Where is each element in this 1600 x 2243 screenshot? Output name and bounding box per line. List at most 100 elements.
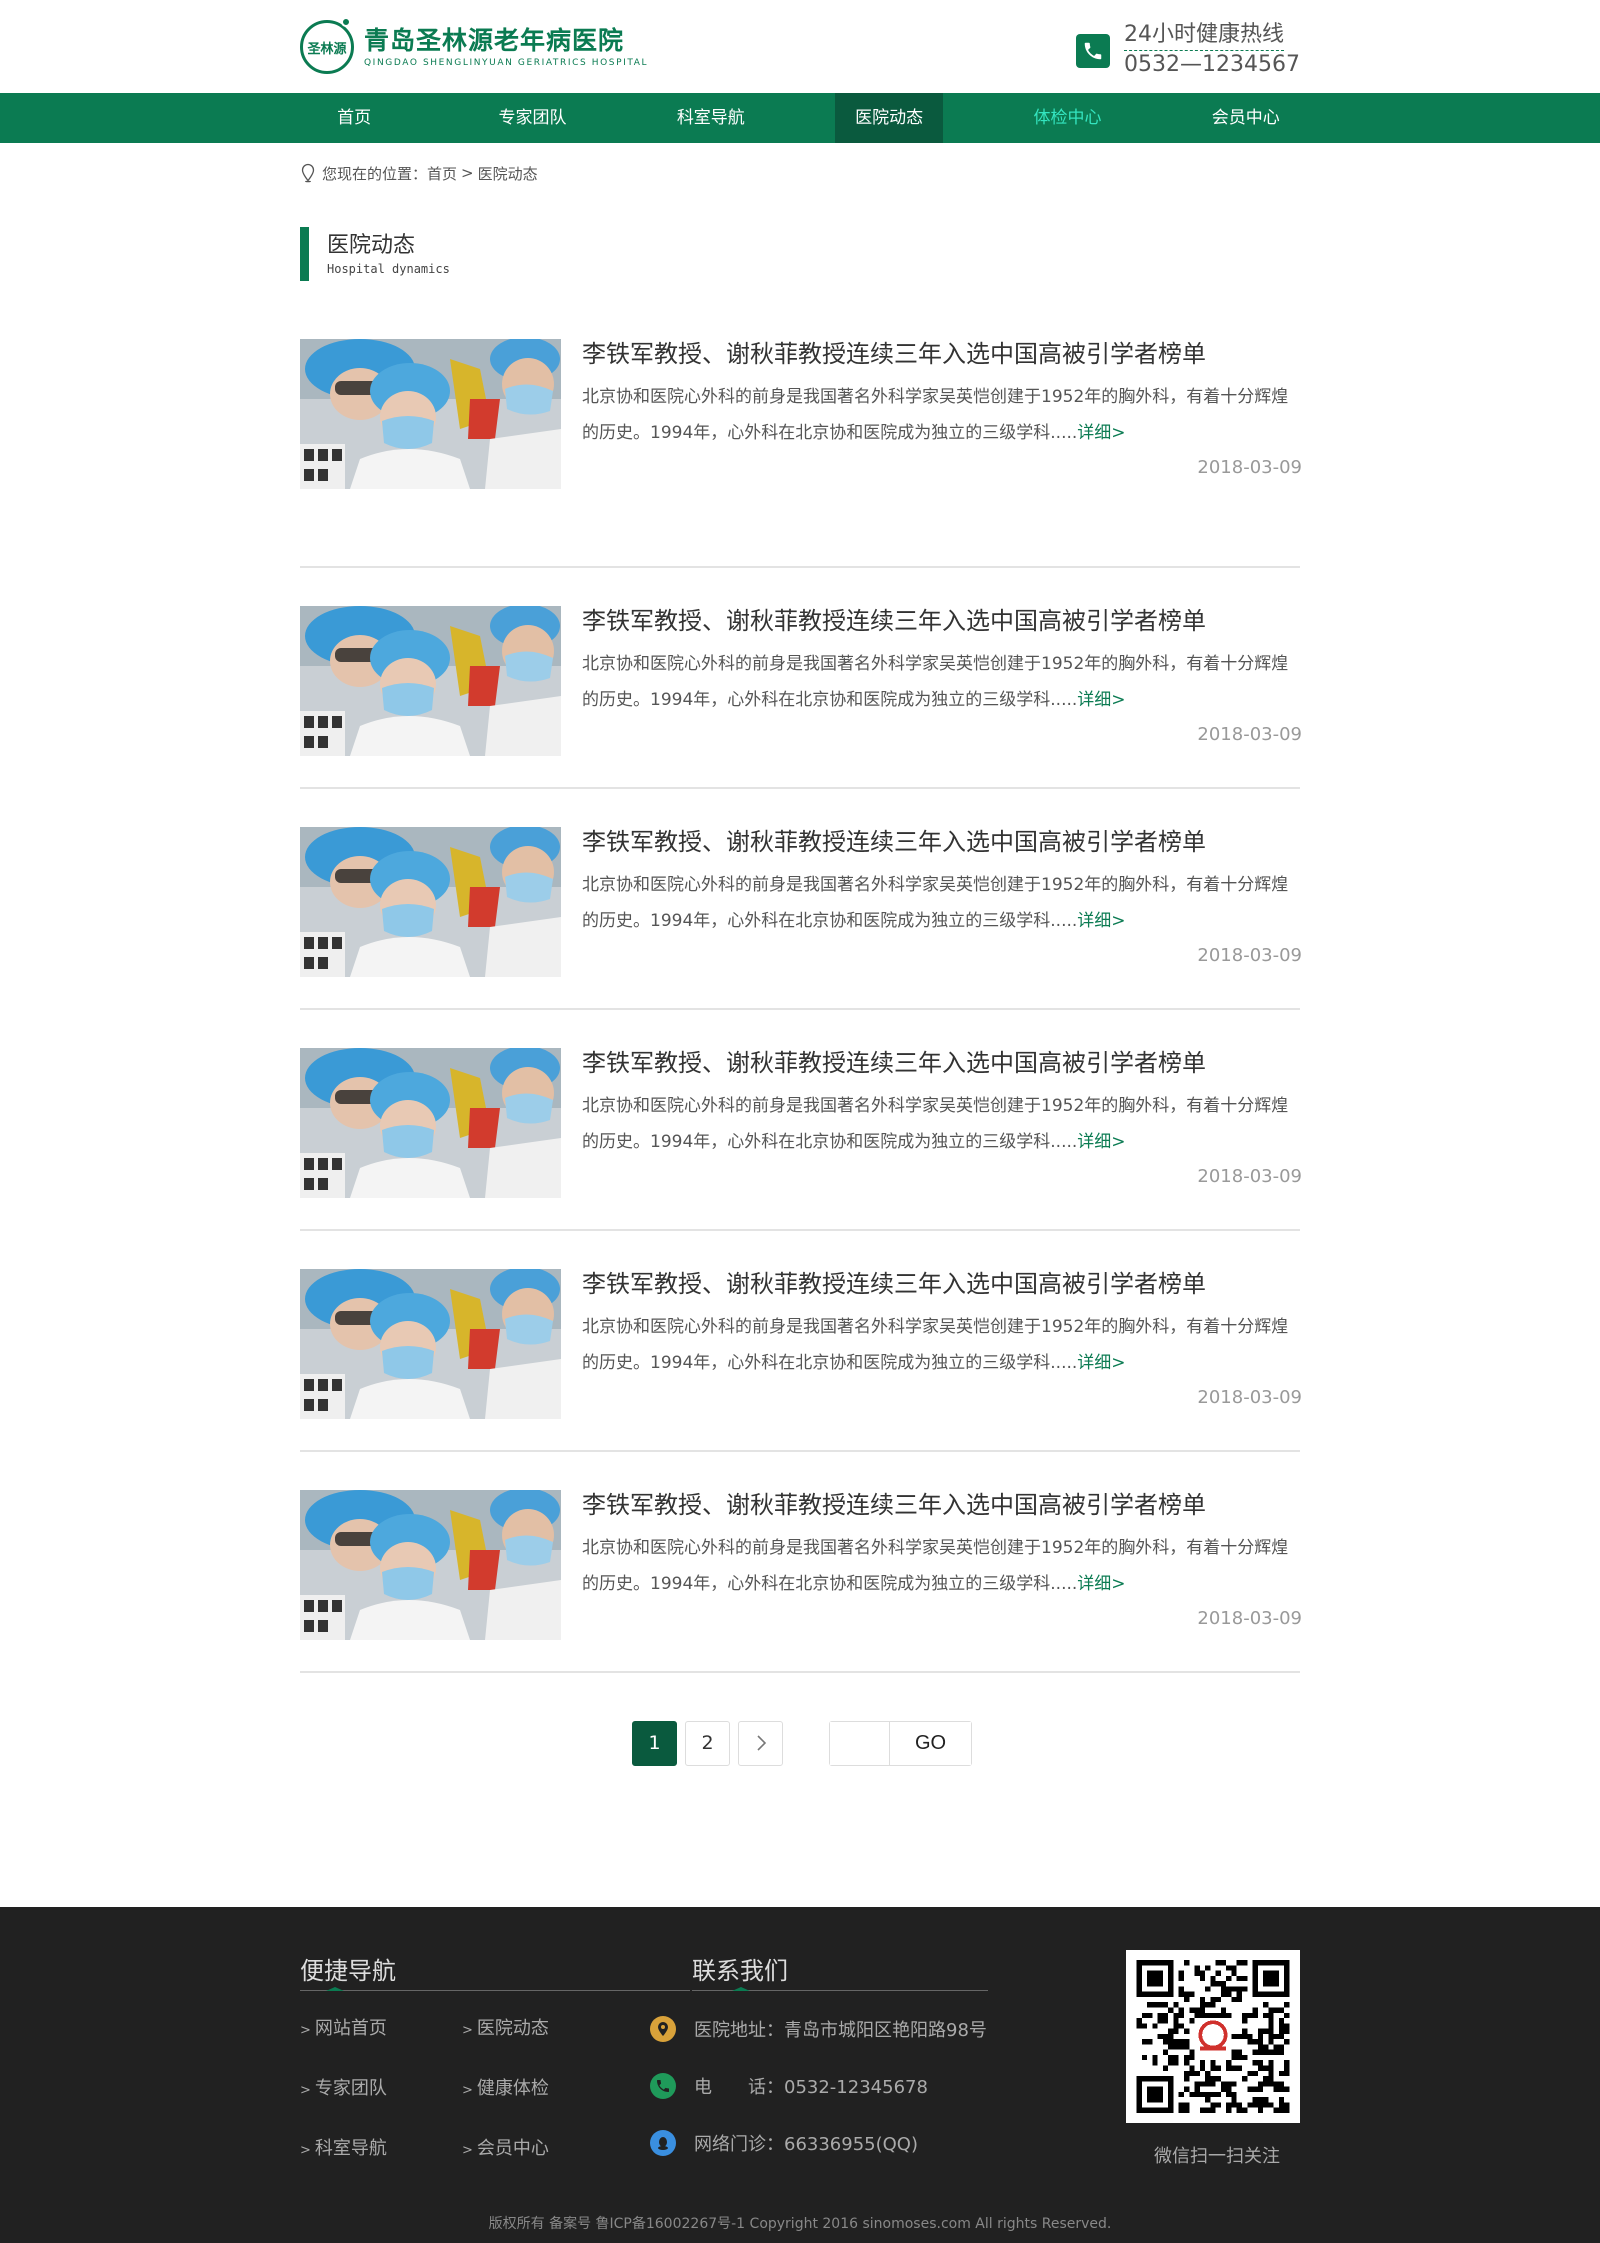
news-title[interactable]: 李铁军教授、谢秋菲教授连续三年入选中国高被引学者榜单 — [582, 1046, 1302, 1080]
breadcrumb-current: 医院动态 — [477, 164, 538, 183]
news-date: 2018-03-09 — [1197, 1387, 1302, 1408]
logo-emblem-text: 圣林源 — [307, 41, 347, 57]
news-date: 2018-03-09 — [1197, 945, 1302, 966]
news-summary-text: 北京协和医院心外科的前身是我国著名外科学家吴英恺创建于1952年的胸外科，有着十… — [582, 387, 1289, 443]
footer-link-arrow: > — [300, 2143, 311, 2158]
footer-link-arrow: > — [462, 2083, 473, 2098]
section-title-cn: 医院动态 — [327, 233, 416, 258]
footer-link-label: 会员中心 — [476, 2138, 549, 2159]
footer-link-label: 网站首页 — [314, 2018, 387, 2039]
goto-button[interactable]: GO — [890, 1721, 971, 1765]
footer-link-label: 健康体检 — [476, 2078, 549, 2099]
news-thumbnail-image — [300, 1048, 561, 1198]
hotline-number: 0532—1234567 — [1124, 52, 1300, 77]
news-thumbnail[interactable] — [300, 1048, 561, 1198]
next-page-button[interactable] — [738, 1720, 783, 1766]
hotline: 24小时健康热线 0532—1234567 — [1076, 22, 1300, 79]
news-summary: 北京协和医院心外科的前身是我国著名外科学家吴英恺创建于1952年的胸外科，有着十… — [582, 867, 1302, 939]
logo[interactable]: 圣林源 青岛圣林源老年病医院 QINGDAO SHENGLINYUAN GERI… — [300, 17, 649, 74]
news-thumbnail-image — [300, 339, 561, 489]
hospital-name: 青岛圣林源老年病医院 — [364, 26, 625, 55]
news-summary-text: 北京协和医院心外科的前身是我国著名外科学家吴英恺创建于1952年的胸外科，有着十… — [582, 654, 1289, 710]
news-more-link[interactable]: 详细> — [1077, 423, 1125, 443]
footer-link[interactable]: > 网站首页 — [300, 2017, 462, 2043]
footer-link[interactable]: > 会员中心 — [462, 2137, 600, 2163]
news-more-link[interactable]: 详细> — [1077, 911, 1125, 931]
news-more-link[interactable]: 详细> — [1077, 690, 1125, 710]
news-summary: 北京协和医院心外科的前身是我国著名外科学家吴英恺创建于1952年的胸外科，有着十… — [582, 646, 1302, 718]
news-item: 李铁军教授、谢秋菲教授连续三年入选中国高被引学者榜单北京协和医院心外科的前身是我… — [300, 1231, 1302, 1452]
location-pin-icon — [301, 163, 315, 183]
qq-icon — [650, 2130, 676, 2156]
page-button[interactable]: 2 — [685, 1720, 730, 1766]
nav-item[interactable]: 会员中心 — [1192, 93, 1300, 143]
news-more-link[interactable]: 详细> — [1077, 1574, 1125, 1594]
news-summary-text: 北京协和医院心外科的前身是我国著名外科学家吴英恺创建于1952年的胸外科，有着十… — [582, 1096, 1289, 1152]
nav-item[interactable]: 科室导航 — [657, 93, 765, 143]
news-date: 2018-03-09 — [1197, 724, 1302, 745]
nav-item[interactable]: 医院动态 — [834, 93, 944, 143]
section-title-en: Hospital dynamics — [327, 262, 450, 276]
news-thumbnail-image — [300, 827, 561, 977]
news-item: 李铁军教授、谢秋菲教授连续三年入选中国高被引学者榜单北京协和医院心外科的前身是我… — [300, 1010, 1302, 1231]
contact-phone: 电 话：0532-12345678 — [650, 2072, 987, 2100]
news-title[interactable]: 李铁军教授、谢秋菲教授连续三年入选中国高被引学者榜单 — [582, 1488, 1302, 1522]
news-summary: 北京协和医院心外科的前身是我国著名外科学家吴英恺创建于1952年的胸外科，有着十… — [582, 379, 1302, 451]
news-title[interactable]: 李铁军教授、谢秋菲教授连续三年入选中国高被引学者榜单 — [582, 1267, 1302, 1301]
news-item: 李铁军教授、谢秋菲教授连续三年入选中国高被引学者榜单北京协和医院心外科的前身是我… — [300, 337, 1302, 568]
logo-dot — [341, 17, 351, 27]
news-summary: 北京协和医院心外科的前身是我国著名外科学家吴英恺创建于1952年的胸外科，有着十… — [582, 1530, 1302, 1602]
footer-link-arrow: > — [462, 2143, 473, 2158]
breadcrumb-separator: > — [461, 164, 474, 182]
site-header: 圣林源 青岛圣林源老年病医院 QINGDAO SHENGLINYUAN GERI… — [300, 0, 1300, 93]
hospital-name-en: QINGDAO SHENGLINYUAN GERIATRICS HOSPITAL — [364, 58, 649, 68]
nav-item[interactable]: 专家团队 — [478, 93, 586, 143]
news-more-link[interactable]: 详细> — [1077, 1353, 1125, 1373]
footer-link[interactable]: > 专家团队 — [300, 2077, 462, 2103]
news-date: 2018-03-09 — [1197, 1166, 1302, 1187]
logo-emblem: 圣林源 — [300, 17, 354, 74]
footer-link-arrow: > — [300, 2083, 311, 2098]
copyright: 版权所有 备案号 鲁ICP备16002267号-1 Copyright 2016… — [488, 2216, 1112, 2232]
footer-nav-marker — [326, 1987, 344, 1991]
news-title[interactable]: 李铁军教授、谢秋菲教授连续三年入选中国高被引学者榜单 — [582, 337, 1302, 371]
breadcrumb-home[interactable]: 首页 — [427, 163, 457, 184]
footer-nav-title: 便捷导航 — [300, 1957, 396, 1985]
news-thumbnail[interactable] — [300, 606, 561, 756]
news-date: 2018-03-09 — [1197, 457, 1302, 478]
contact-address-text: 医院地址：青岛市城阳区艳阳路98号 — [694, 2020, 987, 2041]
footer-contact: 医院地址：青岛市城阳区艳阳路98号 电 话：0532-12345678 网络门诊… — [650, 2015, 987, 2186]
news-thumbnail-image — [300, 1269, 561, 1419]
news-item: 李铁军教授、谢秋菲教授连续三年入选中国高被引学者榜单北京协和医院心外科的前身是我… — [300, 1452, 1302, 1673]
goto-page-input[interactable] — [830, 1721, 890, 1765]
phone-icon — [1076, 33, 1111, 68]
footer-link[interactable]: > 健康体检 — [462, 2077, 600, 2103]
news-list: 李铁军教授、谢秋菲教授连续三年入选中国高被引学者榜单北京协和医院心外科的前身是我… — [300, 337, 1302, 1673]
hotline-title: 24小时健康热线 — [1124, 22, 1285, 51]
news-thumbnail[interactable] — [300, 1269, 561, 1419]
phone-icon — [650, 2073, 676, 2099]
nav-item[interactable]: 首页 — [300, 93, 408, 143]
news-more-link[interactable]: 详细> — [1077, 1132, 1125, 1152]
page-button[interactable]: 1 — [632, 1720, 677, 1766]
news-thumbnail[interactable] — [300, 827, 561, 977]
contact-phone-text: 电 话：0532-12345678 — [694, 2077, 928, 2098]
qr-caption: 微信扫一扫关注 — [1154, 2146, 1280, 2167]
footer-link[interactable]: > 医院动态 — [462, 2017, 600, 2043]
news-thumbnail-image — [300, 1490, 561, 1640]
pagination: 12 GO — [300, 1720, 1300, 1766]
news-summary: 北京协和医院心外科的前身是我国著名外科学家吴英恺创建于1952年的胸外科，有着十… — [582, 1309, 1302, 1381]
news-title[interactable]: 李铁军教授、谢秋菲教授连续三年入选中国高被引学者榜单 — [582, 604, 1302, 638]
news-thumbnail[interactable] — [300, 339, 561, 489]
news-thumbnail[interactable] — [300, 1490, 561, 1640]
footer-link-label: 医院动态 — [476, 2018, 549, 2039]
footer-link-label: 专家团队 — [314, 2078, 387, 2099]
footer-link[interactable]: > 科室导航 — [300, 2137, 462, 2163]
news-item: 李铁军教授、谢秋菲教授连续三年入选中国高被引学者榜单北京协和医院心外科的前身是我… — [300, 568, 1302, 789]
news-summary: 北京协和医院心外科的前身是我国著名外科学家吴英恺创建于1952年的胸外科，有着十… — [582, 1088, 1302, 1160]
breadcrumb: 您现在的位置： 首页 > 医院动态 — [300, 143, 1300, 203]
wechat-qr-code — [1126, 1950, 1300, 2123]
nav-item[interactable]: 体检中心 — [1013, 93, 1121, 143]
news-title[interactable]: 李铁军教授、谢秋菲教授连续三年入选中国高被引学者榜单 — [582, 825, 1302, 859]
news-thumbnail-image — [300, 606, 561, 756]
